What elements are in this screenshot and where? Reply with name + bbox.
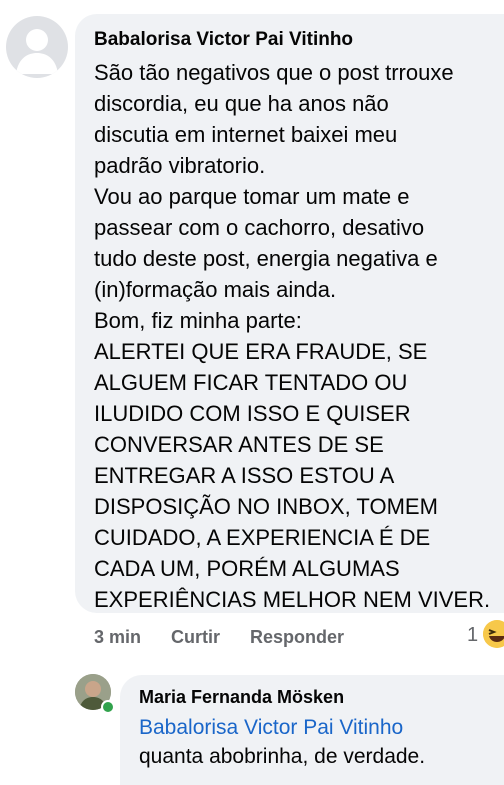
online-status-icon [101, 700, 115, 714]
comment-bubble: Babalorisa Victor Pai Vitinho São tão ne… [75, 14, 504, 613]
reply-mention-link[interactable]: Babalorisa Victor Pai Vitinho [139, 713, 494, 742]
reaction-count[interactable]: 1 [467, 624, 478, 647]
default-profile-icon [16, 29, 58, 74]
comment-text: São tão negativos que o post trrouxe dis… [94, 60, 491, 612]
reply-bubble: Maria Fernanda Mösken Babalorisa Victor … [120, 675, 504, 785]
haha-emoji-icon[interactable] [483, 620, 504, 648]
reply-button[interactable]: Responder [250, 627, 344, 648]
comment-timestamp[interactable]: 3 min [94, 627, 141, 648]
comment-actions: 3 min Curtir Responder [94, 622, 374, 652]
comment-author[interactable]: Babalorisa Victor Pai Vitinho [94, 28, 494, 52]
reply-author[interactable]: Maria Fernanda Mösken [139, 685, 494, 709]
reply-text: quanta abobrinha, de verdade. [139, 745, 426, 768]
commenter-avatar[interactable] [6, 16, 68, 78]
like-button[interactable]: Curtir [171, 627, 220, 648]
